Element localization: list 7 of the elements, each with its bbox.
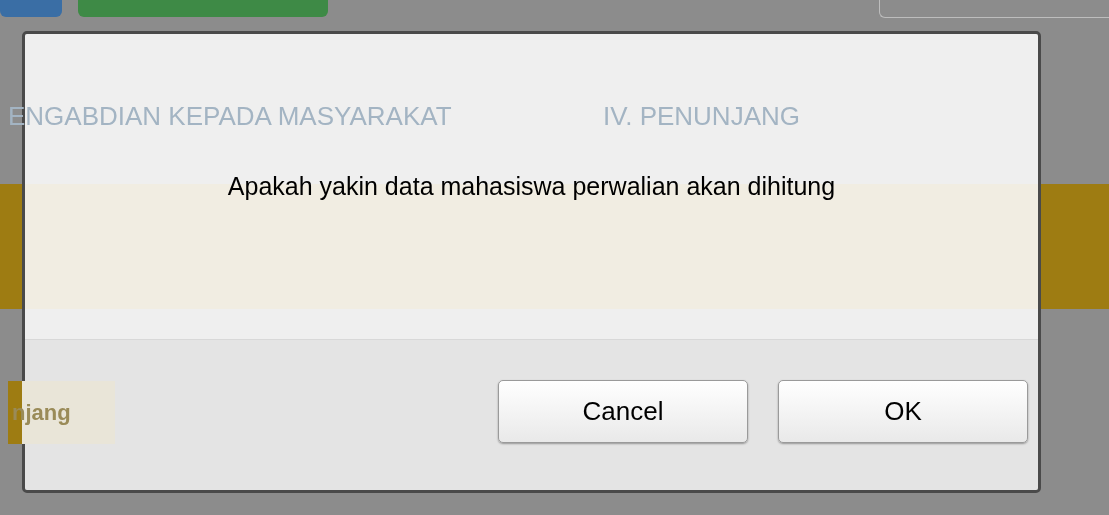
dialog-button[interactable]: Cancel xyxy=(498,380,748,443)
dialog-message: Apakah yakin data mahasiswa perwalian akan dihitung xyxy=(227,170,836,202)
page-button[interactable] xyxy=(78,0,328,17)
page-button[interactable] xyxy=(0,0,62,17)
dialog-button[interactable]: OK xyxy=(778,380,1028,443)
page-field[interactable] xyxy=(879,0,1109,18)
section-tab[interactable]: IV. PENUNJANG xyxy=(603,96,800,136)
